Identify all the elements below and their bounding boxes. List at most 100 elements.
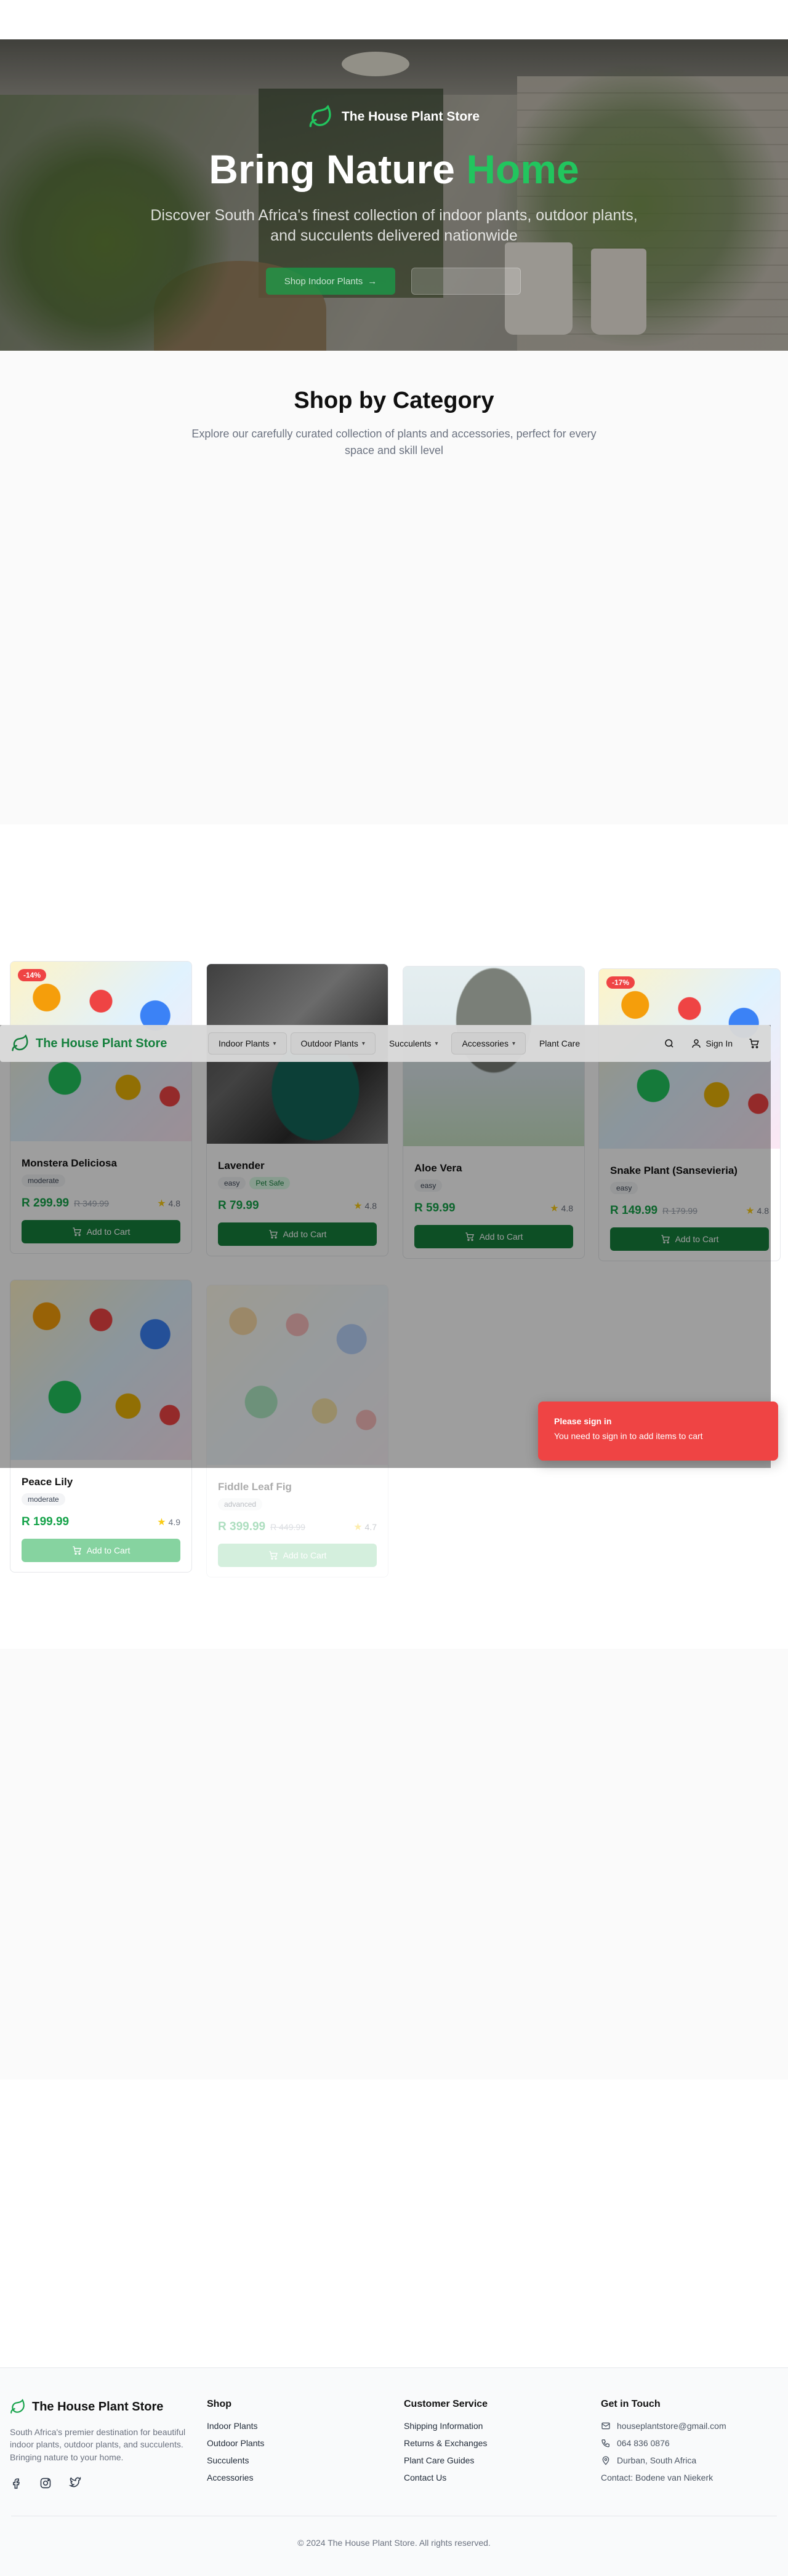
product-name[interactable]: Aloe Vera (414, 1162, 462, 1174)
nav-brand-logo[interactable]: The House Plant Store (11, 1034, 208, 1053)
difficulty-tag: easy (218, 1177, 246, 1189)
mail-icon (601, 2422, 610, 2430)
product-image[interactable] (207, 1285, 388, 1465)
add-to-cart-label: Add to Cart (86, 1227, 131, 1237)
star-icon: ★ (550, 1203, 559, 1214)
footer-shop-column: Shop Indoor Plants Outdoor Plants Succul… (207, 2399, 264, 2490)
product-price: R 199.99 (22, 1515, 70, 1528)
nav-menu: Indoor Plants ▾ Outdoor Plants ▾ Succulent… (208, 1032, 590, 1055)
product-card[interactable]: Lavender easy Pet Safe R 79.99 ★ 4.8 Add … (206, 963, 388, 1256)
footer-link-accessories[interactable]: Accessories (207, 2473, 264, 2482)
discount-badge: -17% (606, 976, 635, 989)
footer-brand-name: The House Plant Store (32, 2399, 164, 2414)
footer-link-outdoor-plants[interactable]: Outdoor Plants (207, 2438, 264, 2448)
footer-link-plant-care-guides[interactable]: Plant Care Guides (404, 2455, 488, 2465)
category-section: Shop by Category Explore our carefully c… (0, 351, 788, 824)
star-icon: ★ (353, 1522, 363, 1533)
product-name[interactable]: Monstera Deliciosa (22, 1157, 117, 1170)
product-rating: ★ 4.8 (353, 1200, 377, 1212)
product-name[interactable]: Peace Lily (22, 1476, 73, 1488)
add-to-cart-button[interactable]: Add to Cart (218, 1222, 377, 1246)
sign-in-button[interactable]: Sign In (691, 1038, 733, 1049)
instagram-icon[interactable] (39, 2477, 52, 2489)
rating-value: 4.8 (757, 1206, 769, 1216)
product-image[interactable] (10, 1280, 191, 1460)
footer-link-indoor-plants[interactable]: Indoor Plants (207, 2421, 264, 2431)
phone-icon (601, 2439, 609, 2447)
footer-contact-person: Contact: Bodene van Niekerk (601, 2473, 714, 2482)
product-card[interactable]: Fiddle Leaf Fig advanced R 399.99 R 449.… (206, 1285, 388, 1577)
chevron-down-icon: ▾ (361, 1040, 365, 1047)
shop-indoor-plants-button[interactable]: Shop Indoor Plants → (266, 268, 395, 295)
facebook-icon[interactable] (10, 2477, 22, 2489)
rating-value: 4.8 (561, 1203, 573, 1213)
product-card[interactable]: -17% Snake Plant (Sansevieria) easy R 14… (598, 968, 781, 1261)
product-rating: ★ 4.7 (353, 1521, 377, 1533)
add-to-cart-button[interactable]: Add to Cart (414, 1225, 573, 1248)
cart-icon (268, 1551, 278, 1560)
cart-icon[interactable] (749, 1038, 760, 1049)
discount-badge: -14% (18, 969, 47, 981)
difficulty-tag: easy (414, 1179, 443, 1192)
product-card[interactable]: Aloe Vera easy R 59.99 ★ 4.8 Add to Cart (403, 966, 585, 1259)
map-pin-icon (602, 2456, 609, 2465)
product-price: R 79.99 (218, 1199, 259, 1212)
rating-value: 4.7 (364, 1522, 377, 1532)
nav-actions: Sign In (664, 1038, 760, 1049)
product-rating: ★ 4.9 (157, 1516, 180, 1528)
hero-subtitle: Discover South Africa's finest collectio… (150, 207, 638, 244)
hero-overlay (0, 39, 788, 351)
footer-shop-heading: Shop (207, 2399, 231, 2409)
category-title: Shop by Category (294, 388, 494, 413)
footer-brand-column: The House Plant Store South Africa's pre… (10, 2399, 195, 2489)
nav-item-outdoor-plants[interactable]: Outdoor Plants ▾ (290, 1032, 376, 1055)
add-to-cart-label: Add to Cart (283, 1550, 327, 1560)
hero-title: Bring Nature Home (0, 146, 788, 193)
footer-email[interactable]: houseplantstore@gmail.com (601, 2421, 726, 2431)
product-price: R 299.99 (22, 1197, 70, 1210)
product-rating: ★ 4.8 (550, 1202, 573, 1214)
toast-message: You need to sign in to add items to cart (554, 1431, 703, 1441)
nav-item-succulents[interactable]: Succulents ▾ (379, 1032, 448, 1055)
product-name[interactable]: Fiddle Leaf Fig (218, 1481, 292, 1493)
add-to-cart-button[interactable]: Add to Cart (218, 1544, 377, 1567)
search-icon[interactable] (664, 1038, 675, 1049)
add-to-cart-button[interactable]: Add to Cart (22, 1539, 180, 1562)
difficulty-tag: moderate (22, 1493, 65, 1505)
add-to-cart-button[interactable]: Add to Cart (22, 1220, 180, 1243)
star-icon: ★ (353, 1201, 363, 1211)
arrow-right-icon: → (368, 276, 377, 287)
add-to-cart-label: Add to Cart (283, 1229, 327, 1239)
sign-in-toast[interactable]: Please sign in You need to sign in to ad… (538, 1402, 778, 1461)
cart-icon (72, 1546, 81, 1555)
product-name[interactable]: Snake Plant (Sansevieria) (610, 1165, 738, 1177)
footer-phone[interactable]: 064 836 0876 (601, 2438, 726, 2448)
footer-link-succulents[interactable]: Succulents (207, 2455, 264, 2465)
footer-phone-text: 064 836 0876 (617, 2438, 670, 2448)
nav-item-plant-care[interactable]: Plant Care (529, 1032, 590, 1055)
product-rating: ★ 4.8 (746, 1205, 769, 1217)
footer-link-contact-us[interactable]: Contact Us (404, 2473, 488, 2482)
leaf-icon (12, 1034, 28, 1051)
empty-section (0, 1649, 788, 2080)
nav-item-indoor-plants[interactable]: Indoor Plants ▾ (208, 1032, 287, 1055)
product-card[interactable]: Peace Lily moderate R 199.99 ★ 4.9 Add to… (10, 1280, 192, 1573)
twitter-icon[interactable] (69, 2476, 81, 2489)
hero-brand-name: The House Plant Store (341, 110, 480, 124)
nav-item-label: Accessories (462, 1039, 509, 1048)
footer-link-returns[interactable]: Returns & Exchanges (404, 2438, 488, 2448)
footer-description: South Africa's premier destination for b… (10, 2427, 186, 2462)
rating-value: 4.9 (168, 1517, 180, 1527)
product-name[interactable]: Lavender (218, 1160, 265, 1172)
product-price: R 149.99 (610, 1204, 658, 1217)
nav-item-accessories[interactable]: Accessories ▾ (451, 1032, 526, 1055)
shop-indoor-plants-label: Shop Indoor Plants (284, 276, 363, 287)
footer-link-shipping[interactable]: Shipping Information (404, 2421, 488, 2431)
product-card[interactable]: -14% Monstera Deliciosa moderate R 299.9… (10, 961, 192, 1254)
cart-icon (268, 1230, 278, 1238)
nav-brand-name: The House Plant Store (36, 1036, 167, 1050)
add-to-cart-button[interactable]: Add to Cart (610, 1227, 769, 1251)
hero-secondary-button[interactable] (411, 268, 521, 295)
add-to-cart-label: Add to Cart (479, 1232, 523, 1242)
cart-icon (465, 1232, 474, 1241)
